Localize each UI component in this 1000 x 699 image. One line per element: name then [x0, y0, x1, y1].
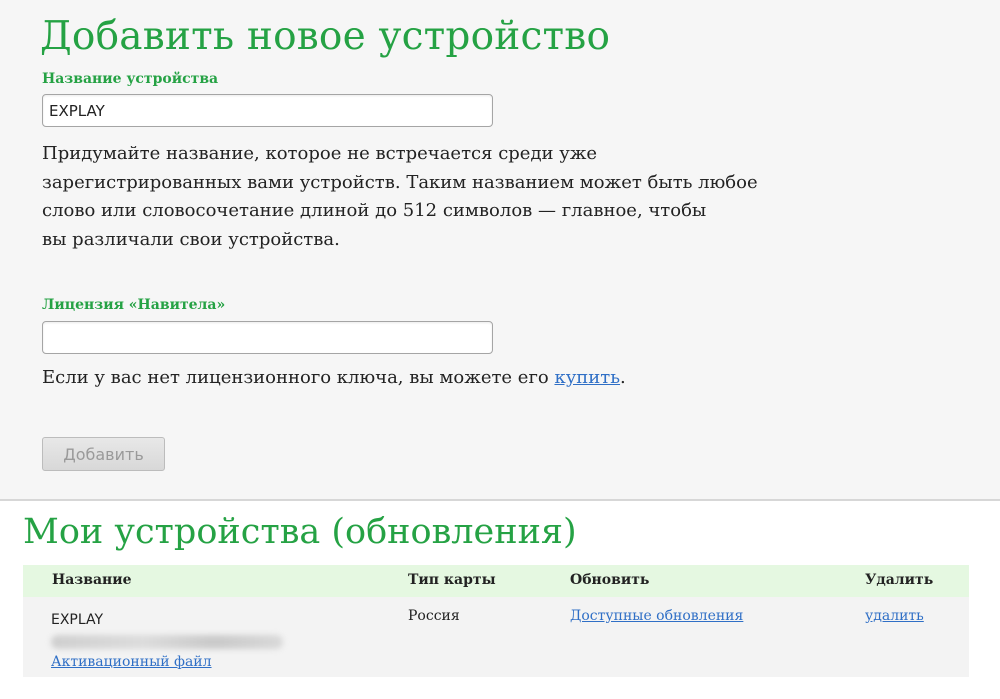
license-input[interactable]	[42, 321, 493, 354]
buy-license-link[interactable]: купить	[554, 367, 620, 388]
column-header-delete: Удалить	[865, 572, 934, 588]
license-label: Лицензия «Навитела»	[42, 297, 226, 313]
table-header: Название Тип карты Обновить Удалить	[23, 565, 969, 597]
activation-file-link[interactable]: Активационный файл	[51, 654, 212, 670]
device-name-hint-line: слово или словосочетание длиной до 512 с…	[42, 200, 707, 221]
section-divider	[0, 499, 1000, 501]
license-hint-text: Если у вас нет лицензионного ключа, вы м…	[42, 367, 555, 388]
redacted-device-id	[51, 635, 283, 649]
device-name-hint-line: зарегистрированных вами устройств. Таким…	[42, 171, 758, 193]
table-row: EXPLAY Активационный файл Россия Доступн…	[23, 597, 969, 677]
column-header-name: Название	[52, 572, 132, 588]
add-device-title: Добавить новое устройство	[40, 14, 611, 59]
device-name-input[interactable]	[42, 94, 493, 127]
device-name-hint: Придумайте название, которое не встречае…	[42, 140, 758, 254]
device-name-hint-line: Придумайте название, которое не встречае…	[42, 143, 598, 164]
delete-device-link[interactable]: удалить	[865, 608, 924, 624]
map-type-cell: Россия	[408, 608, 460, 624]
license-hint: Если у вас нет лицензионного ключа, вы м…	[42, 367, 626, 388]
add-device-button[interactable]: Добавить	[42, 437, 165, 471]
devices-table: Название Тип карты Обновить Удалить EXPL…	[23, 565, 969, 677]
device-name-label: Название устройства	[42, 71, 219, 87]
column-header-map-type: Тип карты	[408, 572, 496, 588]
available-updates-link[interactable]: Доступные обновления	[570, 608, 743, 624]
my-devices-title: Мои устройства (обновления)	[23, 512, 577, 552]
column-header-update: Обновить	[570, 572, 650, 588]
device-name-hint-line: вы различали свои устройства.	[42, 228, 340, 250]
add-device-section: Добавить новое устройство Название устро…	[0, 0, 1000, 500]
device-name-cell: EXPLAY	[51, 612, 104, 628]
license-hint-period: .	[620, 367, 626, 388]
